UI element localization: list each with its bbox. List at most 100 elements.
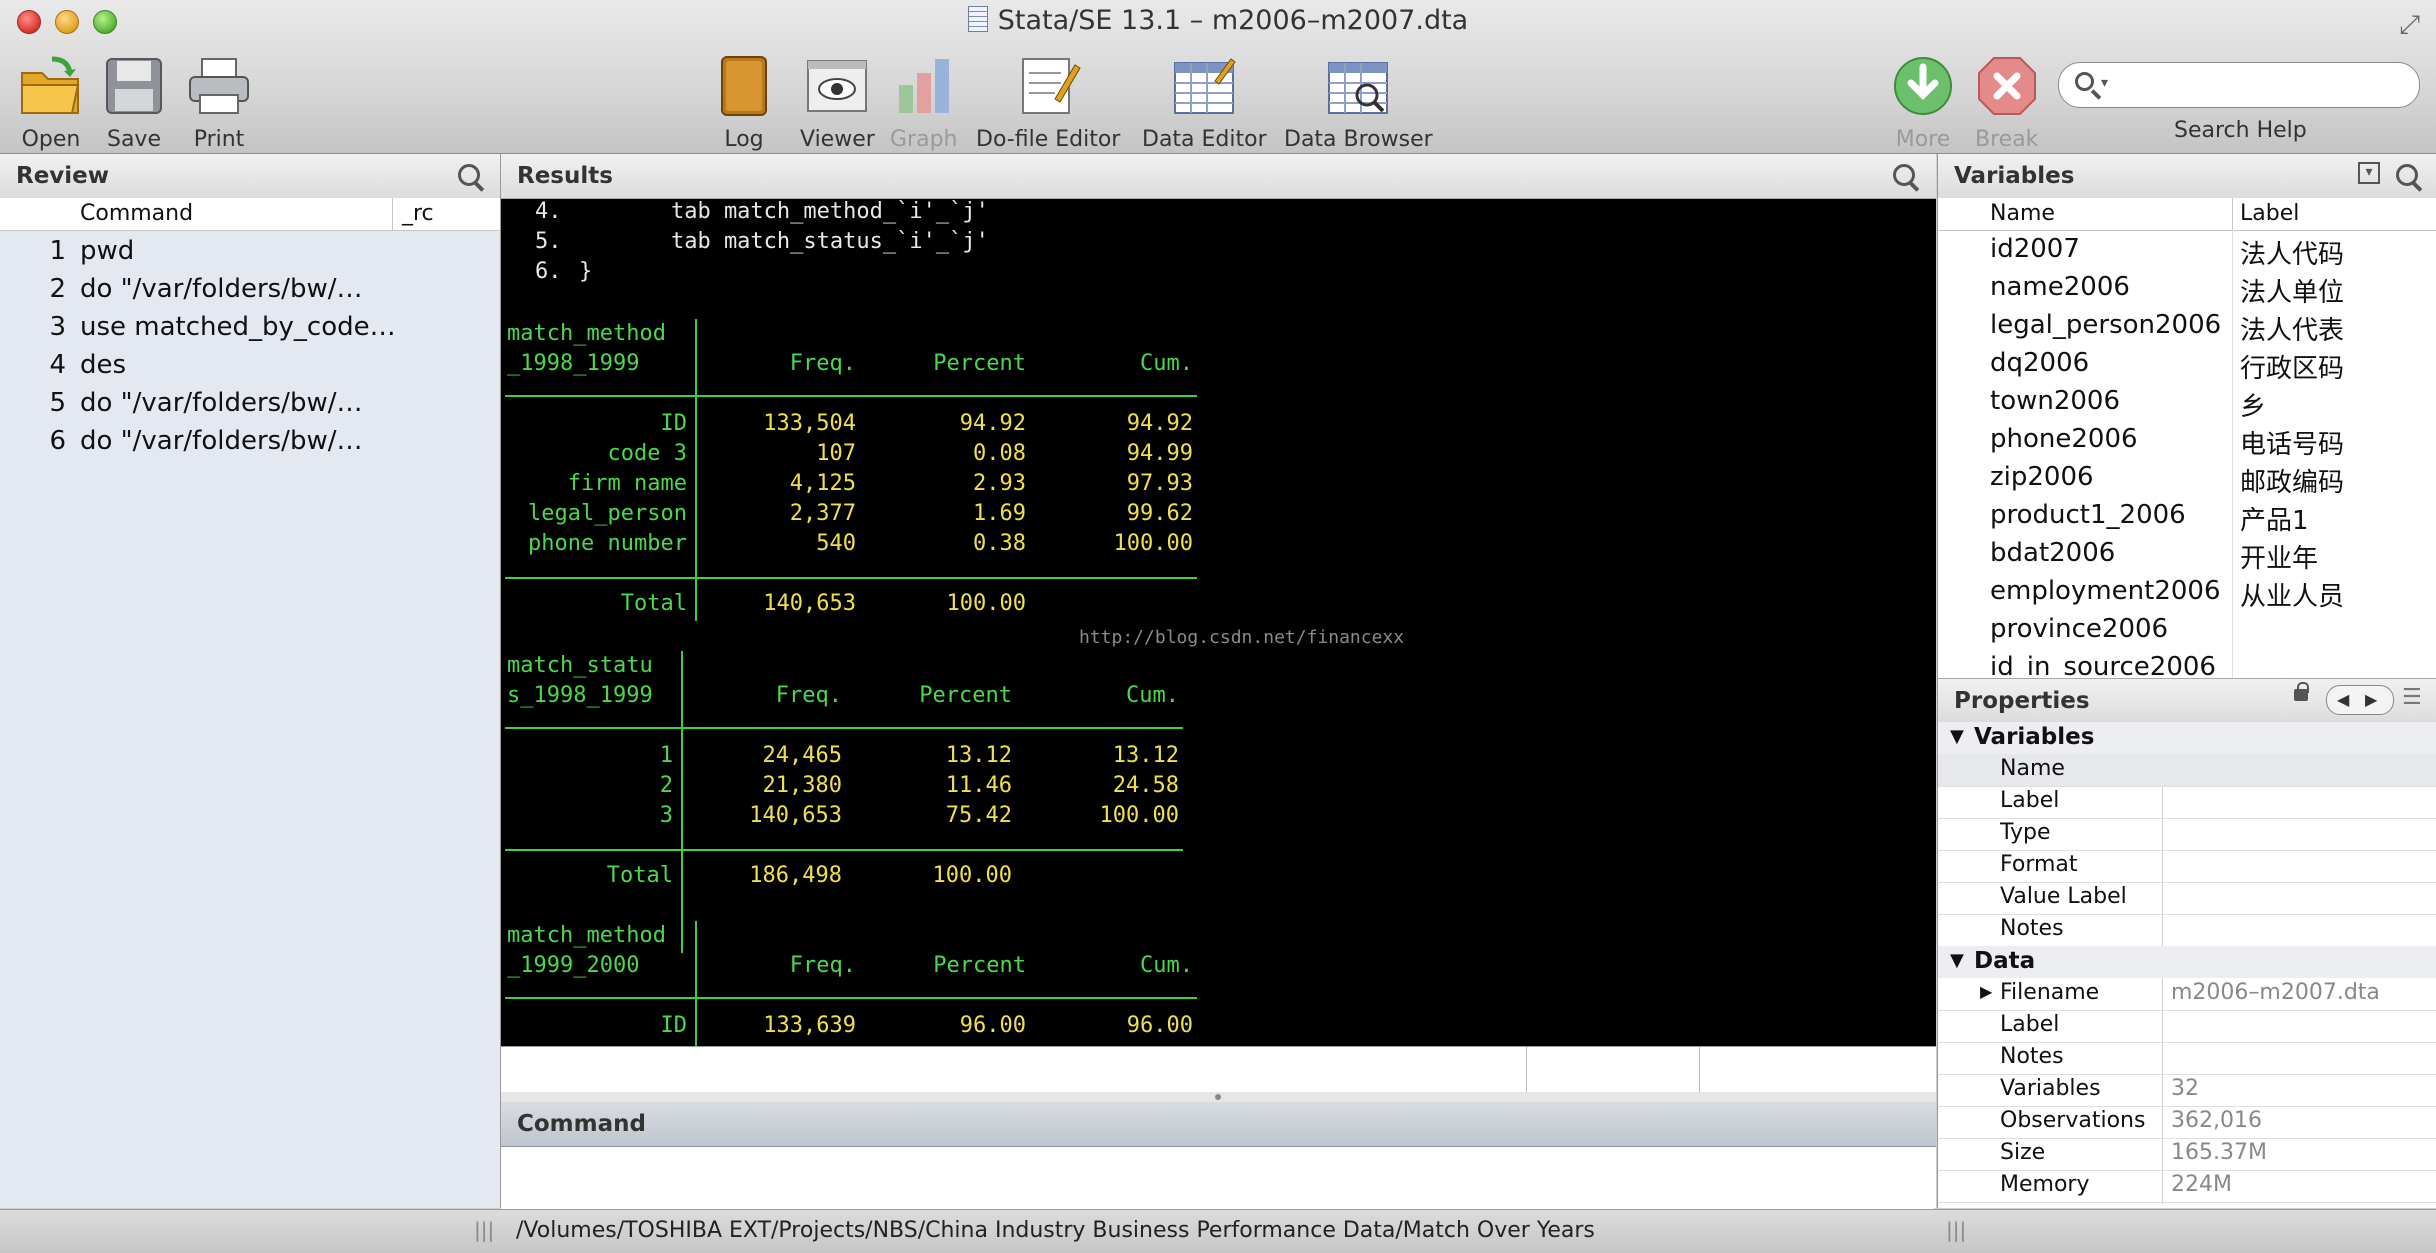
filter-icon[interactable]: ▾ — [2358, 162, 2380, 184]
open-button[interactable]: Open — [18, 55, 84, 152]
review-item[interactable]: 3 use matched_by_code… — [0, 312, 500, 350]
dofile-editor-button[interactable]: Do-file Editor — [976, 55, 1120, 152]
window-title: Stata/SE 13.1 – m2006–m2007.dta — [0, 5, 2436, 36]
command-input[interactable] — [501, 1147, 1934, 1211]
table3-row-percent: 96.00 — [959, 1013, 1026, 1038]
table1-row-percent: 1.69 — [973, 501, 1026, 526]
property-row[interactable]: Memory 224M — [1938, 1170, 2436, 1203]
results-panel: Results 4. tab match_method_`i'_`j' 5. t… — [501, 154, 1936, 1051]
variables-col-name[interactable]: Name — [1990, 201, 2055, 226]
property-value: 165.37M — [2171, 1140, 2267, 1165]
property-row[interactable]: Value Label — [1938, 882, 2436, 915]
open-label: Open — [21, 127, 81, 152]
save-button[interactable]: Save — [103, 55, 165, 152]
viewer-button[interactable]: Viewer — [800, 55, 875, 152]
property-value: 362,016 — [2171, 1108, 2262, 1133]
results-search-icon[interactable] — [1893, 164, 1915, 186]
next-arrow-icon[interactable]: ▶ — [2365, 686, 2377, 714]
property-row[interactable]: Size 165.37M — [1938, 1138, 2436, 1171]
document-icon — [967, 6, 988, 32]
property-row[interactable]: Label — [1938, 1010, 2436, 1043]
graph-label: Graph — [890, 127, 958, 152]
review-item[interactable]: 5 do "/var/folders/bw/… — [0, 388, 500, 426]
variable-row[interactable]: name2006 法人单位 — [1938, 272, 2436, 310]
variable-row[interactable]: bdat2006 开业年 — [1938, 538, 2436, 576]
variable-row[interactable]: zip2006 邮政编码 — [1938, 462, 2436, 500]
search-help-field[interactable]: ▾ — [2058, 62, 2420, 108]
variable-row[interactable]: phone2006 电话号码 — [1938, 424, 2436, 462]
results-output[interactable]: 4. tab match_method_`i'_`j' 5. tab match… — [501, 199, 1936, 1051]
property-row[interactable]: Type — [1938, 818, 2436, 851]
table2-row-percent: 11.46 — [945, 773, 1012, 798]
review-column-header: Command _rc — [0, 198, 500, 231]
search-help-input[interactable] — [2121, 69, 2405, 101]
variable-row[interactable]: dq2006 行政区码 — [1938, 348, 2436, 386]
variable-name: town2006 — [1990, 386, 2121, 416]
table3-varname-line2: _1999_2000 — [507, 953, 640, 978]
variable-row[interactable]: id_in_source2006 — [1938, 652, 2436, 678]
resize-grip-icon[interactable]: ||| — [474, 1218, 494, 1242]
property-row[interactable]: Name — [1938, 754, 2436, 787]
review-col-rc[interactable]: _rc — [402, 201, 434, 226]
review-item[interactable]: 6 do "/var/folders/bw/… — [0, 426, 500, 464]
review-col-command[interactable]: Command — [80, 201, 193, 226]
variable-label: 从业人员 — [2240, 582, 2345, 612]
disclosure-closed-icon[interactable]: ▶ — [1980, 982, 1992, 1001]
review-search-icon[interactable] — [458, 164, 480, 186]
table1-header-percent: Percent — [933, 351, 1026, 376]
resize-grip-icon[interactable]: ||| — [1946, 1218, 1966, 1242]
variables-col-label[interactable]: Label — [2240, 201, 2299, 226]
graph-button[interactable]: Graph — [890, 55, 957, 152]
variable-row[interactable]: province2006 — [1938, 614, 2436, 652]
table2-varname-line2: s_1998_1999 — [507, 683, 653, 708]
print-button[interactable]: Print — [186, 55, 252, 152]
review-item[interactable]: 4 des — [0, 350, 500, 388]
property-row[interactable]: Notes — [1938, 914, 2436, 947]
search-dropdown-icon[interactable]: ▾ — [2101, 75, 2108, 91]
property-key: Label — [2000, 788, 2060, 813]
table2-total-label: Total — [606, 863, 673, 888]
property-row[interactable]: Label — [1938, 786, 2436, 819]
property-row[interactable]: Format — [1938, 850, 2436, 883]
property-row[interactable]: Variables 32 — [1938, 1074, 2436, 1107]
review-item[interactable]: 1 pwd — [0, 236, 500, 274]
table1-row-percent: 0.38 — [973, 531, 1026, 556]
table3-divider — [695, 921, 697, 1051]
review-item-command: do "/var/folders/bw/… — [80, 274, 363, 304]
review-item-command: do "/var/folders/bw/… — [80, 426, 363, 456]
previous-arrow-icon[interactable]: ◀ — [2337, 686, 2349, 714]
variables-list[interactable]: id2007 法人代码 name2006 法人单位 legal_person2006… — [1938, 230, 2436, 678]
property-row[interactable]: ▶ Filename m2006–m2007.dta — [1938, 978, 2436, 1011]
variable-row[interactable]: employment2006 从业人员 — [1938, 576, 2436, 614]
table2-row-percent: 13.12 — [945, 743, 1012, 768]
table1-row-label: code 3 — [607, 441, 687, 466]
variable-row[interactable]: legal_person2006 法人代表 — [1938, 310, 2436, 348]
data-editor-button[interactable]: Data Editor — [1142, 55, 1267, 152]
variable-row[interactable]: town2006 乡 — [1938, 386, 2436, 424]
variable-row[interactable]: id2007 法人代码 — [1938, 234, 2436, 272]
review-item[interactable]: 2 do "/var/folders/bw/… — [0, 274, 500, 312]
print-label: Print — [193, 127, 245, 152]
fullscreen-icon[interactable]: ⤢ — [2399, 10, 2420, 41]
property-key: Filename — [2000, 980, 2100, 1005]
results-scrollbar-area[interactable] — [501, 1046, 1936, 1094]
dofile-editor-label: Do-file Editor — [976, 127, 1121, 152]
toolbar: Stata/SE 13.1 – m2006–m2007.dta ⤢ Open S… — [0, 0, 2436, 154]
more-button[interactable]: More — [1892, 55, 1954, 152]
disclosure-open-icon[interactable]: ▼ — [1950, 726, 1964, 747]
variables-search-icon[interactable] — [2396, 164, 2418, 186]
property-row[interactable]: Notes — [1938, 1042, 2436, 1075]
property-row[interactable]: Observations 362,016 — [1938, 1106, 2436, 1139]
data-browser-button[interactable]: Data Browser — [1284, 55, 1433, 152]
break-button[interactable]: Break — [1975, 55, 2038, 152]
properties-section-variables[interactable]: ▼ Variables — [1938, 722, 2436, 754]
variables-header: Variables ▾ — [1938, 154, 2436, 199]
table2-row-freq: 24,465 — [762, 743, 842, 768]
table1-row-freq: 4,125 — [789, 471, 856, 496]
properties-title: Properties — [1954, 688, 2090, 714]
properties-section-data[interactable]: ▼ Data — [1938, 946, 2436, 978]
menu-lines-icon[interactable]: ☰ — [2402, 685, 2422, 710]
disclosure-open-icon[interactable]: ▼ — [1950, 950, 1964, 971]
log-button[interactable]: Log — [716, 55, 772, 152]
variable-row[interactable]: product1_2006 产品1 — [1938, 500, 2436, 538]
